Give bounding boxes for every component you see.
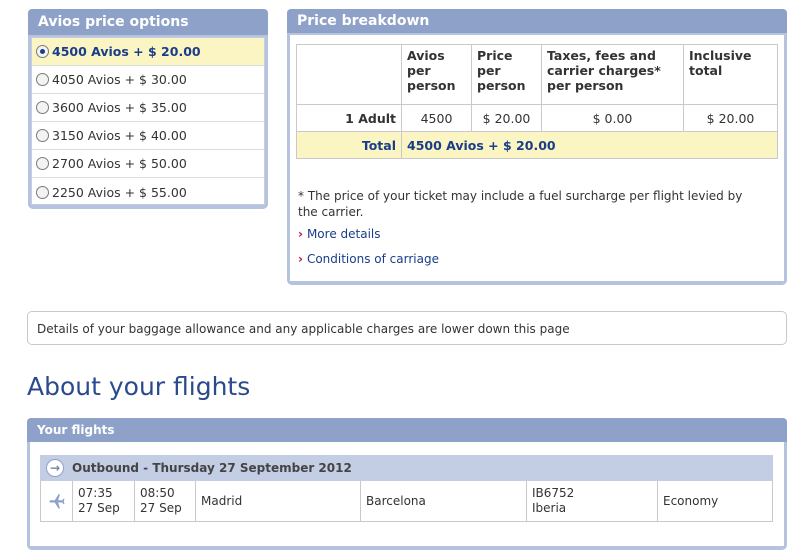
your-flights-panel: Your flights → Outbound - Thursday 27 Se…	[27, 418, 787, 550]
outbound-label: Outbound - Thursday 27 September 2012	[72, 461, 352, 475]
radio-icon[interactable]	[36, 101, 49, 114]
avios-panel-title: Avios price options	[28, 9, 268, 35]
price-breakdown-table: Avios per person Price per person Taxes,…	[296, 44, 778, 159]
conditions-of-carriage-link[interactable]: › Conditions of carriage	[298, 252, 439, 266]
passenger-label: 1 Adult	[296, 104, 402, 132]
avios-option-2700[interactable]: 2700 Avios + $ 50.00	[32, 150, 264, 178]
avios-option-label: 4500 Avios + $ 20.00	[52, 44, 201, 59]
outbound-header: → Outbound - Thursday 27 September 2012	[40, 455, 773, 481]
avios-option-4050[interactable]: 4050 Avios + $ 30.00	[32, 66, 264, 94]
flights-panel-title: Your flights	[27, 418, 787, 442]
avios-per-person: 4500	[401, 104, 472, 132]
price-per-person: $ 20.00	[471, 104, 542, 132]
conditions-label[interactable]: Conditions of carriage	[307, 252, 439, 266]
arrival-cell: 08:50 27 Sep	[135, 481, 196, 521]
table-row: 1 Adult 4500 $ 20.00 $ 0.00 $ 20.00	[296, 104, 778, 132]
total-label: Total	[296, 131, 402, 159]
departure-date: 27 Sep	[78, 501, 120, 515]
more-details-link[interactable]: › More details	[298, 227, 381, 241]
taxes-per-person: $ 0.00	[541, 104, 684, 132]
table-header: Taxes, fees and carrier charges* per per…	[541, 44, 684, 105]
total-row: Total 4500 Avios + $ 20.00	[296, 131, 778, 159]
price-breakdown-body: Avios per person Price per person Taxes,…	[290, 35, 784, 281]
baggage-allowance-note: Details of your baggage allowance and an…	[27, 311, 787, 345]
avios-option-label: 3150 Avios + $ 40.00	[52, 128, 187, 143]
radio-icon[interactable]	[36, 185, 49, 199]
flight-segment-row: 07:35 27 Sep 08:50 27 Sep Madrid Barcelo…	[40, 481, 773, 522]
avios-price-options-panel: Avios price options 4500 Avios + $ 20.00…	[28, 9, 268, 209]
radio-selected-icon[interactable]	[36, 45, 49, 58]
departure-cell: 07:35 27 Sep	[73, 481, 135, 521]
arrow-right-icon: →	[46, 459, 64, 477]
table-header: Inclusive total	[683, 44, 778, 105]
avios-option-label: 3600 Avios + $ 35.00	[52, 100, 187, 115]
table-header	[296, 44, 402, 105]
arrival-date: 27 Sep	[140, 501, 182, 515]
avios-option-3600[interactable]: 3600 Avios + $ 35.00	[32, 94, 264, 122]
departure-time: 07:35	[78, 486, 113, 500]
flight-number: IB6752	[532, 486, 575, 500]
fuel-surcharge-footnote: * The price of your ticket may include a…	[298, 189, 743, 219]
cabin-class: Economy	[663, 493, 719, 508]
table-header-row: Avios per person Price per person Taxes,…	[296, 44, 778, 105]
table-header: Price per person	[471, 44, 542, 105]
origin-city: Madrid	[196, 481, 361, 521]
page-title: About your flights	[27, 372, 251, 401]
radio-icon[interactable]	[36, 157, 49, 170]
radio-icon[interactable]	[36, 129, 49, 142]
carrier-name: Iberia	[532, 501, 567, 515]
avios-option-label: 2250 Avios + $ 55.00	[52, 184, 187, 200]
more-details-label[interactable]: More details	[307, 227, 381, 241]
price-breakdown-panel: Price breakdown Avios per person Price p…	[287, 9, 787, 285]
destination-city: Barcelona	[361, 481, 527, 521]
avios-option-label: 2700 Avios + $ 50.00	[52, 156, 187, 171]
avios-option-4500[interactable]: 4500 Avios + $ 20.00	[32, 38, 264, 66]
chevron-right-icon: ›	[298, 227, 303, 241]
avios-options-list: 4500 Avios + $ 20.00 4050 Avios + $ 30.0…	[31, 37, 265, 205]
plane-icon	[41, 481, 73, 521]
avios-option-label: 4050 Avios + $ 30.00	[52, 72, 187, 87]
avios-option-3150[interactable]: 3150 Avios + $ 40.00	[32, 122, 264, 150]
flight-info-cell: IB6752 Iberia	[527, 481, 658, 521]
flights-body: → Outbound - Thursday 27 September 2012 …	[30, 442, 784, 546]
avios-option-2250[interactable]: 2250 Avios + $ 55.00	[32, 178, 264, 206]
inclusive-total: $ 20.00	[683, 104, 778, 132]
radio-icon[interactable]	[36, 73, 49, 86]
chevron-right-icon: ›	[298, 252, 303, 266]
arrival-time: 08:50	[140, 486, 175, 500]
price-panel-title: Price breakdown	[287, 9, 787, 33]
table-header: Avios per person	[401, 44, 472, 105]
total-value: 4500 Avios + $ 20.00	[401, 131, 778, 159]
